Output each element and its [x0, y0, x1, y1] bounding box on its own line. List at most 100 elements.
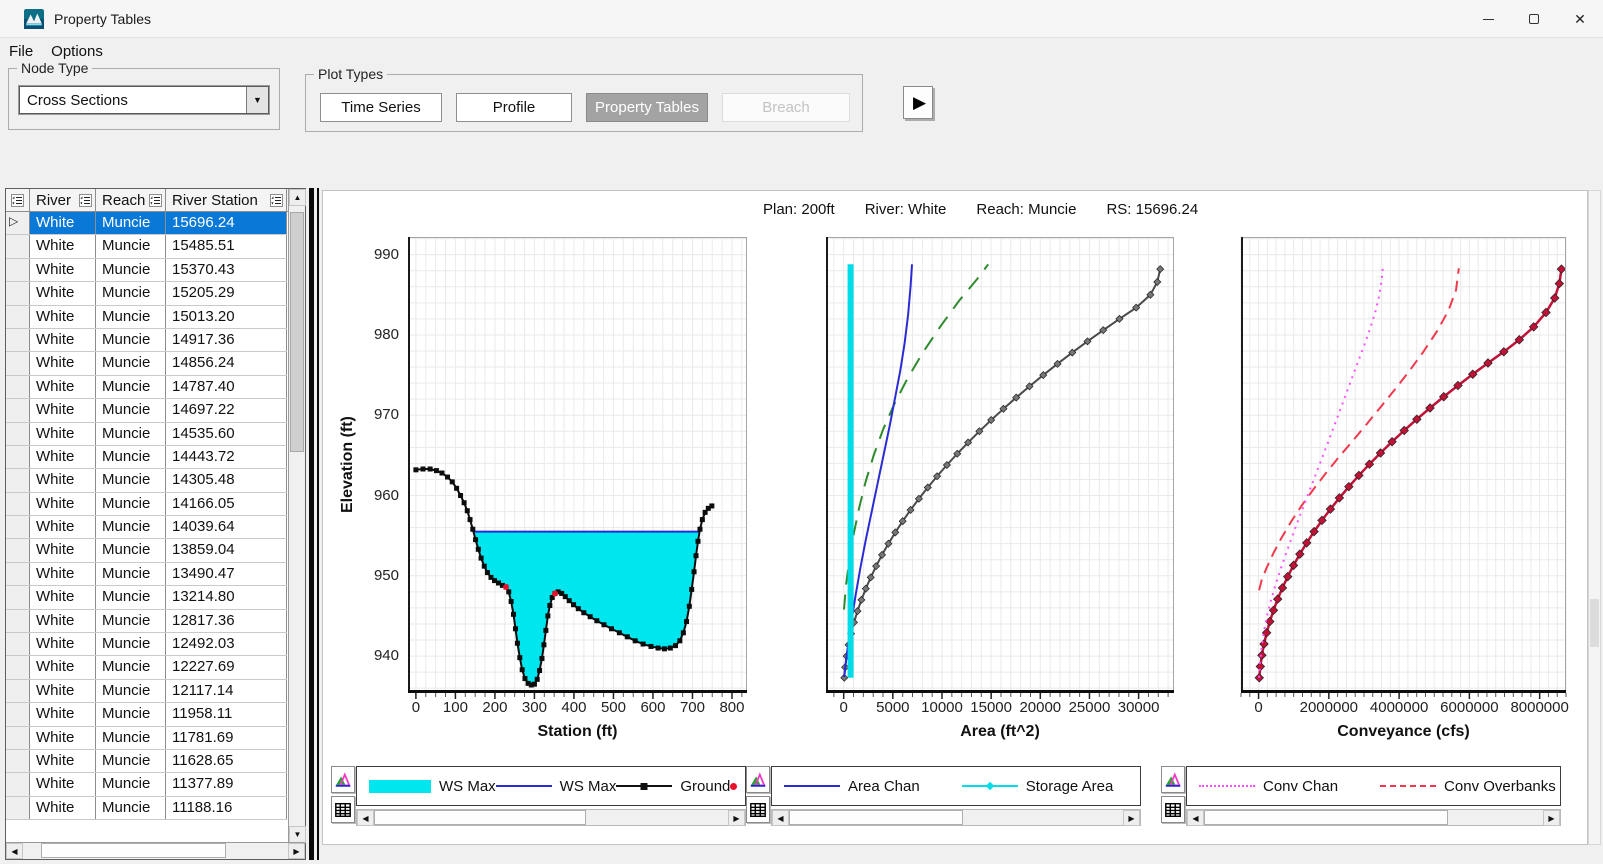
time-series-button[interactable]: Time Series [320, 93, 442, 122]
table-row[interactable]: WhiteMuncie12817.36 [6, 610, 287, 633]
station-cell: 15205.29 [166, 282, 287, 304]
x-tick-label: 200 [482, 699, 507, 716]
scrollbar-thumb[interactable] [1590, 599, 1599, 647]
reach-cell: Muncie [96, 750, 166, 772]
legend-scrollbar[interactable]: ◀ ▶ [771, 809, 1141, 826]
table-row[interactable]: WhiteMuncie15013.20 [6, 306, 287, 329]
river-cell: White [30, 282, 96, 304]
play-icon[interactable]: ▶ [903, 86, 933, 119]
table-row[interactable]: WhiteMuncie12117.14 [6, 680, 287, 703]
row-selector [6, 703, 30, 725]
table-row[interactable]: WhiteMuncie13490.47 [6, 563, 287, 586]
table-horizontal-scrollbar[interactable]: ◀ ▶ [6, 842, 305, 859]
area-legend: Area ChanStorage AreaArea O [771, 766, 1141, 806]
menu-file[interactable]: File [0, 41, 42, 62]
table-vertical-scrollbar[interactable]: ▲ ▼ [288, 189, 305, 843]
scroll-right-icon[interactable]: ▶ [728, 810, 745, 826]
x-tick-label: 10000 [921, 699, 963, 716]
plot-view-button[interactable] [1161, 766, 1185, 793]
table-row[interactable]: WhiteMuncie14535.60 [6, 423, 287, 446]
scrollbar-thumb[interactable] [41, 843, 226, 858]
minimize-icon[interactable] [1465, 0, 1511, 38]
legend-scrollbar[interactable]: ◀ ▶ [356, 809, 746, 826]
row-selector [6, 493, 30, 515]
reach-cell: Muncie [96, 633, 166, 655]
table-row[interactable]: WhiteMuncie14787.40 [6, 376, 287, 399]
reach-cell: Muncie [96, 563, 166, 585]
node-type-dropdown[interactable]: Cross Sections ▼ [19, 86, 269, 114]
table-row[interactable]: WhiteMuncie11781.69 [6, 727, 287, 750]
column-header-river[interactable]: River [30, 189, 96, 211]
scrollbar-thumb[interactable] [789, 810, 963, 825]
x-tick-label: 25000 [1069, 699, 1111, 716]
table-row[interactable]: WhiteMuncie14443.72 [6, 446, 287, 469]
river-cell: White [30, 797, 96, 819]
scroll-left-icon[interactable]: ◀ [1187, 810, 1204, 826]
legend-label: Ground [680, 778, 730, 795]
river-cell: White [30, 212, 96, 234]
chart-panel-vertical-scrollbar[interactable] [1588, 190, 1601, 845]
table-row[interactable]: WhiteMuncie13859.04 [6, 539, 287, 562]
legend-swatch [962, 785, 1018, 787]
table-row[interactable]: WhiteMuncie11958.11 [6, 703, 287, 726]
scroll-right-icon[interactable]: ▶ [1123, 810, 1140, 826]
table-view-button[interactable] [331, 796, 355, 823]
reach-cell: Muncie [96, 703, 166, 725]
legend-scrollbar[interactable]: ◀ ▶ [1186, 809, 1561, 826]
table-body: ▷WhiteMuncie15696.24WhiteMuncie15485.51W… [6, 212, 287, 820]
table-view-button[interactable] [1161, 796, 1185, 823]
table-row[interactable]: WhiteMuncie12227.69 [6, 656, 287, 679]
column-header-river-station[interactable]: River Station [166, 189, 287, 211]
scrollbar-thumb[interactable] [290, 212, 304, 452]
scrollbar-thumb[interactable] [374, 810, 586, 825]
table-row[interactable]: WhiteMuncie14305.48 [6, 469, 287, 492]
reach-cell: Muncie [96, 235, 166, 257]
scroll-left-icon[interactable]: ◀ [772, 810, 789, 826]
table-row[interactable]: WhiteMuncie14039.64 [6, 516, 287, 539]
table-view-button[interactable] [746, 796, 770, 823]
plot-view-button[interactable] [746, 766, 770, 793]
table-row[interactable]: WhiteMuncie12492.03 [6, 633, 287, 656]
scroll-left-icon[interactable]: ◀ [6, 843, 23, 859]
table-row[interactable]: WhiteMuncie14697.22 [6, 399, 287, 422]
table-row[interactable]: WhiteMuncie11377.89 [6, 773, 287, 796]
maximize-icon[interactable] [1511, 0, 1557, 38]
column-header-reach[interactable]: Reach [96, 189, 166, 211]
legend-swatch [730, 783, 737, 790]
scroll-right-icon[interactable]: ▶ [1543, 810, 1560, 826]
x-axis-title: Conveyance (cfs) [1241, 723, 1566, 745]
profile-button[interactable]: Profile [456, 93, 572, 122]
station-cell: 14917.36 [166, 329, 287, 351]
table-row[interactable]: WhiteMuncie13214.80 [6, 586, 287, 609]
table-row[interactable]: WhiteMuncie15485.51 [6, 235, 287, 258]
scroll-up-icon[interactable]: ▲ [289, 189, 306, 206]
table-row[interactable]: WhiteMuncie14856.24 [6, 352, 287, 375]
river-cell: White [30, 633, 96, 655]
menu-options[interactable]: Options [42, 41, 112, 62]
plot-types-label: Plot Types [314, 66, 387, 82]
table-row[interactable]: WhiteMuncie15205.29 [6, 282, 287, 305]
y-axis-title: Elevation (ft) [337, 237, 359, 693]
row-selector-header[interactable] [6, 189, 30, 211]
reach-cell: Muncie [96, 376, 166, 398]
table-row[interactable]: WhiteMuncie11628.65 [6, 750, 287, 773]
legend-entry: WS Max [369, 778, 496, 795]
plot-view-button[interactable] [331, 766, 355, 793]
scroll-left-icon[interactable]: ◀ [357, 810, 374, 826]
table-row[interactable]: WhiteMuncie14917.36 [6, 329, 287, 352]
scroll-down-icon[interactable]: ▼ [289, 826, 306, 843]
table-row[interactable]: ▷WhiteMuncie15696.24 [6, 212, 287, 235]
close-icon[interactable]: ✕ [1557, 0, 1603, 38]
table-row[interactable]: WhiteMuncie15370.43 [6, 259, 287, 282]
chevron-down-icon[interactable]: ▼ [246, 87, 268, 113]
scroll-right-icon[interactable]: ▶ [288, 843, 305, 859]
table-row[interactable]: WhiteMuncie11188.16 [6, 797, 287, 820]
table-row[interactable]: WhiteMuncie14166.05 [6, 493, 287, 516]
breach-button[interactable]: Breach [722, 93, 850, 122]
property-tables-button[interactable]: Property Tables [586, 93, 708, 122]
station-cell: 14166.05 [166, 493, 287, 515]
legend-entry: WS Max [496, 778, 617, 795]
scrollbar-thumb[interactable] [1204, 810, 1448, 825]
table-header: River Reach River Station [6, 189, 305, 212]
station-cell: 14443.72 [166, 446, 287, 468]
